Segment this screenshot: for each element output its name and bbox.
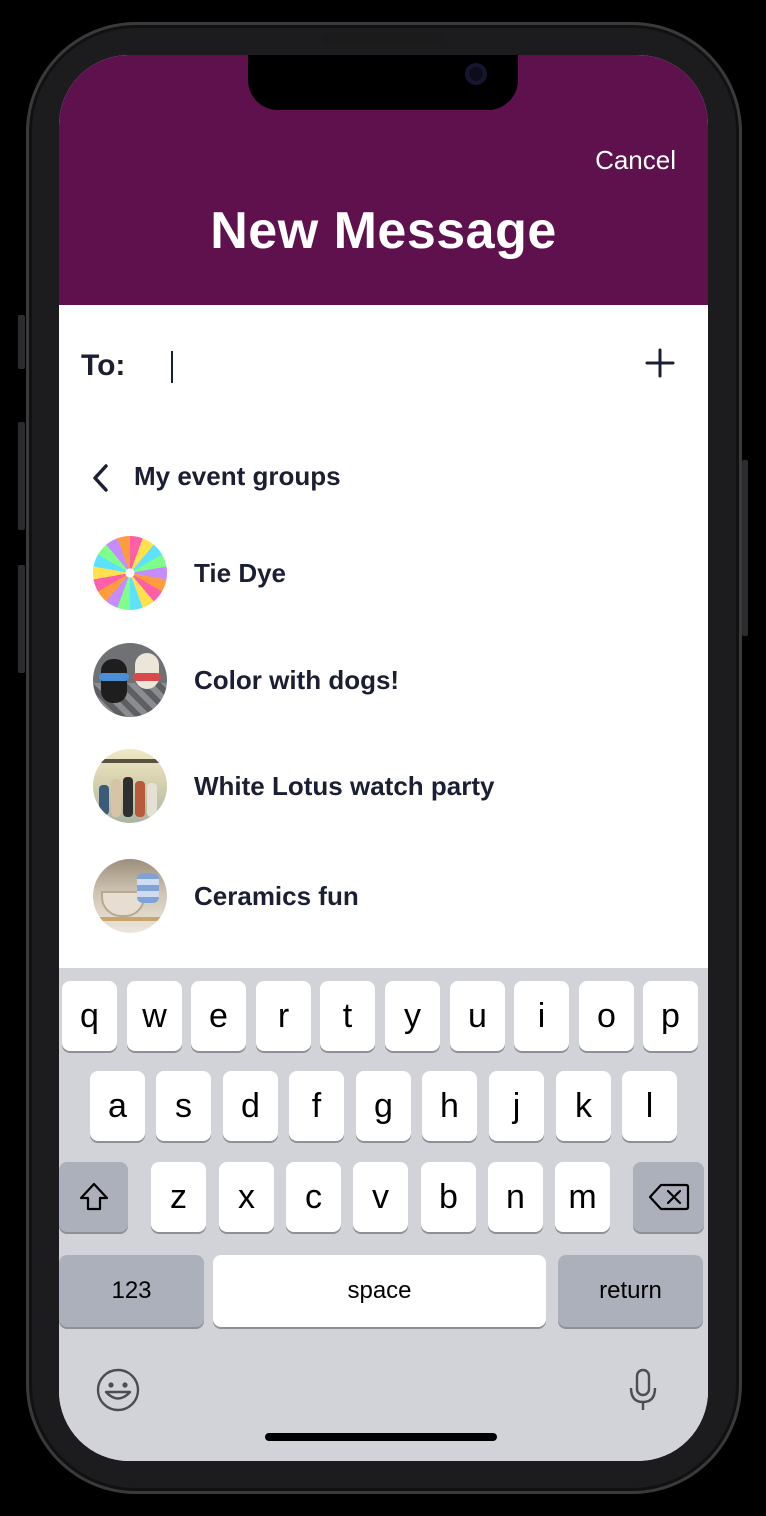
ceramics-avatar xyxy=(93,859,167,933)
numbers-key[interactable]: 123 xyxy=(59,1255,204,1327)
key-i[interactable]: i xyxy=(514,981,569,1051)
plus-icon xyxy=(645,348,675,378)
key-o[interactable]: o xyxy=(579,981,634,1051)
list-item[interactable]: Ceramics fun xyxy=(93,859,673,935)
key-f[interactable]: f xyxy=(289,1071,344,1141)
power-button xyxy=(742,460,748,636)
volume-down-button xyxy=(18,565,25,673)
key-u[interactable]: u xyxy=(450,981,505,1051)
header-bar: Cancel New Message xyxy=(59,55,708,305)
key-w[interactable]: w xyxy=(127,981,182,1051)
mute-switch xyxy=(18,315,25,369)
text-cursor xyxy=(171,351,173,383)
key-d[interactable]: d xyxy=(223,1071,278,1141)
key-q[interactable]: q xyxy=(62,981,117,1051)
key-v[interactable]: v xyxy=(353,1162,408,1232)
add-recipient-button[interactable] xyxy=(642,345,678,381)
to-label: To: xyxy=(81,349,126,382)
key-x[interactable]: x xyxy=(219,1162,274,1232)
key-b[interactable]: b xyxy=(421,1162,476,1232)
list-item[interactable]: Color with dogs! xyxy=(93,643,673,719)
cancel-button[interactable]: Cancel xyxy=(595,145,676,176)
volume-up-button xyxy=(18,422,25,530)
list-item[interactable]: Tie Dye xyxy=(93,536,673,612)
key-z[interactable]: z xyxy=(151,1162,206,1232)
group-name: White Lotus watch party xyxy=(194,771,495,801)
backspace-icon xyxy=(648,1183,689,1211)
phone-screen: Cancel New Message To: My event groups T… xyxy=(59,55,708,1461)
key-k[interactable]: k xyxy=(556,1071,611,1141)
shift-icon xyxy=(79,1182,108,1211)
space-key[interactable]: space xyxy=(213,1255,546,1327)
keyboard: q w e r t y u i o p a s d f g h j k l z … xyxy=(59,968,708,1461)
group-name: Ceramics fun xyxy=(194,881,359,911)
key-p[interactable]: p xyxy=(643,981,698,1051)
key-e[interactable]: e xyxy=(191,981,246,1051)
back-to-groups-button[interactable]: My event groups xyxy=(89,455,439,499)
group-name: Tie Dye xyxy=(194,558,287,588)
notch xyxy=(248,55,518,110)
tie-dye-avatar xyxy=(93,536,167,610)
list-item[interactable]: White Lotus watch party xyxy=(93,749,673,825)
microphone-icon[interactable] xyxy=(627,1367,659,1413)
recipient-input[interactable] xyxy=(147,345,621,387)
key-j[interactable]: j xyxy=(489,1071,544,1141)
shift-key[interactable] xyxy=(59,1162,128,1232)
key-h[interactable]: h xyxy=(422,1071,477,1141)
key-a[interactable]: a xyxy=(90,1071,145,1141)
front-camera-icon xyxy=(465,63,487,85)
key-r[interactable]: r xyxy=(256,981,311,1051)
chevron-left-icon xyxy=(93,464,108,492)
page-title: New Message xyxy=(210,202,557,260)
key-t[interactable]: t xyxy=(320,981,375,1051)
key-l[interactable]: l xyxy=(622,1071,677,1141)
groups-heading: My event groups xyxy=(134,461,341,491)
key-g[interactable]: g xyxy=(356,1071,411,1141)
key-c[interactable]: c xyxy=(286,1162,341,1232)
backspace-key[interactable] xyxy=(633,1162,704,1232)
key-s[interactable]: s xyxy=(156,1071,211,1141)
white-lotus-avatar xyxy=(93,749,167,823)
home-indicator[interactable] xyxy=(265,1433,497,1441)
recipient-row: To: xyxy=(81,345,678,391)
dogs-avatar xyxy=(93,643,167,717)
group-name: Color with dogs! xyxy=(194,665,400,695)
emoji-icon[interactable] xyxy=(95,1367,141,1413)
earpiece-speaker xyxy=(322,33,444,43)
key-m[interactable]: m xyxy=(555,1162,610,1232)
return-key[interactable]: return xyxy=(558,1255,703,1327)
key-n[interactable]: n xyxy=(488,1162,543,1232)
key-y[interactable]: y xyxy=(385,981,440,1051)
